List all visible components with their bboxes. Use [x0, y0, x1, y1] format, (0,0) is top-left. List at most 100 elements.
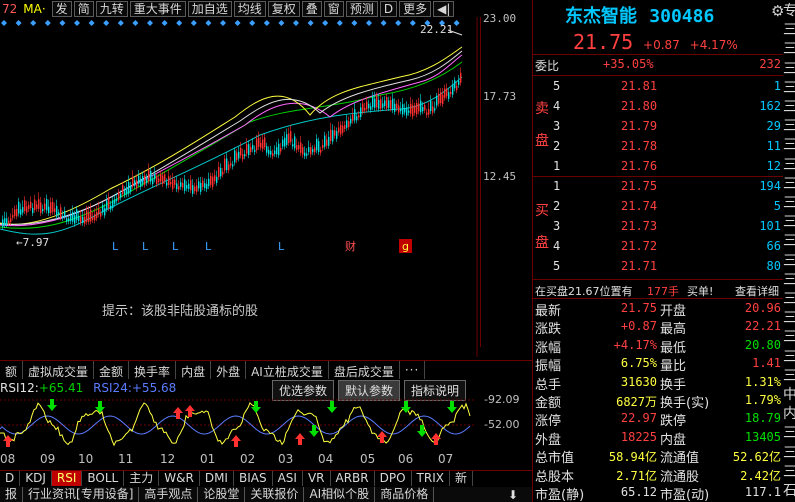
- sell-level-row[interactable]: 2 21.78 11: [533, 137, 783, 156]
- sell-level-row[interactable]: 5 21.81 1: [533, 77, 783, 96]
- event-marker[interactable]: L: [112, 240, 119, 253]
- stat-row[interactable]: 市盈(静) 65.12 市盈(动) 117.1: [533, 483, 783, 502]
- stat-row[interactable]: 涨停 22.97 跌停 18.79: [533, 409, 783, 429]
- toolbar-btn-overlay[interactable]: 叠: [301, 0, 322, 17]
- sell-level-row[interactable]: 4 21.80 162: [533, 97, 783, 116]
- view-detail-link[interactable]: 查看详细: [735, 283, 779, 299]
- sell-level-row[interactable]: 3 21.79 29: [533, 117, 783, 136]
- event-diamond-icon[interactable]: [336, 20, 343, 26]
- stat-row[interactable]: 总手 31630 换手 1.31%: [533, 373, 783, 393]
- event-diamond-icon[interactable]: [278, 20, 285, 26]
- event-diamond-icon[interactable]: [307, 20, 314, 26]
- right-edge-panel[interactable]: 专三三三三三三三三三三三三三三三三三三三中内三三三石: [783, 0, 795, 502]
- stat-row[interactable]: 涨跌 +0.87 最高 22.21: [533, 317, 783, 337]
- indicator-tab[interactable]: W&R: [159, 471, 200, 486]
- event-diamond-icon[interactable]: [249, 20, 256, 26]
- toolbar-btn-add-watchlist[interactable]: 加自选: [187, 0, 232, 17]
- event-diamond-icon[interactable]: [176, 20, 183, 26]
- event-marker-row[interactable]: [1, 20, 460, 26]
- stat-row[interactable]: 金额 6827万 换手(实) 1.79%: [533, 391, 783, 411]
- indicator-tab[interactable]: 新: [450, 471, 473, 486]
- indicator-tab[interactable]: KDJ: [20, 471, 52, 486]
- tab-outer-volume[interactable]: 外盘: [211, 361, 247, 379]
- indicator-tab[interactable]: 主力: [124, 471, 160, 486]
- info-tab[interactable]: 商品价格: [375, 487, 435, 502]
- toolbar-btn-ma[interactable]: 均线: [233, 0, 266, 17]
- indicator-tab[interactable]: RSI: [51, 471, 83, 486]
- event-diamond-icon[interactable]: [322, 20, 329, 26]
- event-diamond-icon[interactable]: [190, 20, 197, 26]
- tab-amount[interactable]: 金额: [94, 361, 130, 379]
- event-marker[interactable]: L: [205, 240, 212, 253]
- event-diamond-icon[interactable]: [1, 20, 7, 26]
- event-diamond-icon[interactable]: [88, 20, 95, 26]
- ma-indicator-label[interactable]: MA·: [19, 2, 51, 16]
- info-tab[interactable]: 报: [0, 487, 24, 502]
- event-diamond-icon[interactable]: [366, 20, 372, 26]
- event-diamond-icon[interactable]: [132, 20, 139, 26]
- toolbar-btn-adjust[interactable]: 复权: [267, 0, 300, 17]
- event-diamond-icon[interactable]: [263, 20, 270, 26]
- toolbar-btn-jiuzhuan[interactable]: 九转: [95, 0, 128, 17]
- tab-ai-volume[interactable]: AI立桩成交量: [246, 361, 329, 379]
- event-marker[interactable]: 财: [345, 239, 356, 253]
- event-diamond-icon[interactable]: [59, 20, 66, 26]
- toolbar-btn-predict[interactable]: 预测: [345, 0, 378, 17]
- buy-level-row[interactable]: 3 21.73 101: [533, 217, 783, 236]
- tab-after-hours-volume[interactable]: 盘后成交量: [329, 361, 400, 379]
- event-diamond-icon[interactable]: [74, 20, 80, 26]
- toolbar-btn-window[interactable]: 窗: [323, 0, 344, 17]
- event-diamond-icon[interactable]: [234, 20, 241, 26]
- tab-amount-short[interactable]: 额: [0, 361, 24, 379]
- stat-row[interactable]: 总市值 58.94亿 流通值 52.62亿: [533, 446, 783, 466]
- tab-more[interactable]: ···: [400, 361, 426, 379]
- info-tab[interactable]: 论股堂: [198, 487, 246, 502]
- info-tab[interactable]: 高手观点: [139, 487, 199, 502]
- event-diamond-icon[interactable]: [103, 20, 110, 26]
- toolbar-btn-fa[interactable]: 发: [51, 0, 72, 17]
- event-diamond-icon[interactable]: [161, 20, 168, 26]
- info-tab[interactable]: 关联报价: [245, 487, 305, 502]
- scroll-down-icon[interactable]: ⬇: [508, 488, 518, 502]
- event-marker[interactable]: g: [402, 240, 409, 253]
- event-marker[interactable]: L: [142, 240, 149, 253]
- event-diamond-icon[interactable]: [409, 20, 416, 26]
- event-diamond-icon[interactable]: [30, 20, 37, 26]
- toolbar-btn-d[interactable]: D: [379, 0, 398, 17]
- event-letter-markers[interactable]: LLLLL财g: [112, 239, 412, 253]
- tab-turnover-rate[interactable]: 换手率: [129, 361, 177, 379]
- event-diamond-icon[interactable]: [220, 20, 226, 26]
- stat-row[interactable]: 外盘 18225 内盘 13405: [533, 428, 783, 448]
- indicator-tab[interactable]: DPO: [375, 471, 412, 486]
- toolbar-btn-jian[interactable]: 简: [73, 0, 94, 17]
- rsi-chart[interactable]: [0, 395, 480, 451]
- indicator-tab[interactable]: BIAS: [234, 471, 273, 486]
- event-diamond-icon[interactable]: [293, 20, 299, 26]
- event-diamond-icon[interactable]: [395, 20, 402, 26]
- tab-inner-volume[interactable]: 内盘: [176, 361, 212, 379]
- event-diamond-icon[interactable]: [205, 20, 212, 26]
- indicator-tab[interactable]: TRIX: [412, 471, 450, 486]
- indicator-tab[interactable]: ASI: [273, 471, 303, 486]
- event-diamond-icon[interactable]: [351, 20, 358, 26]
- event-diamond-icon[interactable]: [44, 20, 51, 26]
- sell-level-row[interactable]: 1 21.76 12: [533, 157, 783, 176]
- buy-level-row[interactable]: 4 21.72 66: [533, 237, 783, 256]
- indicator-tab[interactable]: ARBR: [331, 471, 375, 486]
- stat-row[interactable]: 总股本 2.71亿 流通股 2.42亿: [533, 465, 783, 485]
- buy-level-row[interactable]: 1 21.75 194: [533, 177, 783, 196]
- indicator-tab[interactable]: VR: [303, 471, 331, 486]
- candlestick-series[interactable]: [2, 67, 462, 230]
- indicator-tab[interactable]: D: [0, 471, 21, 486]
- buy-level-row[interactable]: 5 21.71 80: [533, 257, 783, 276]
- event-diamond-icon[interactable]: [15, 20, 22, 26]
- event-marker[interactable]: L: [278, 240, 285, 253]
- info-tab[interactable]: AI相似个股: [304, 487, 376, 502]
- stat-row[interactable]: 涨幅 +4.17% 最低 20.80: [533, 336, 783, 356]
- buy-level-row[interactable]: 2 21.74 5: [533, 197, 783, 216]
- stat-row[interactable]: 振幅 6.75% 量比 1.41: [533, 354, 783, 374]
- event-diamond-icon[interactable]: [117, 20, 124, 26]
- tab-virtual-volume[interactable]: 虚拟成交量: [23, 361, 95, 379]
- back-arrow-button[interactable]: ◀|: [433, 0, 455, 17]
- indicator-tab[interactable]: BOLL: [82, 471, 125, 486]
